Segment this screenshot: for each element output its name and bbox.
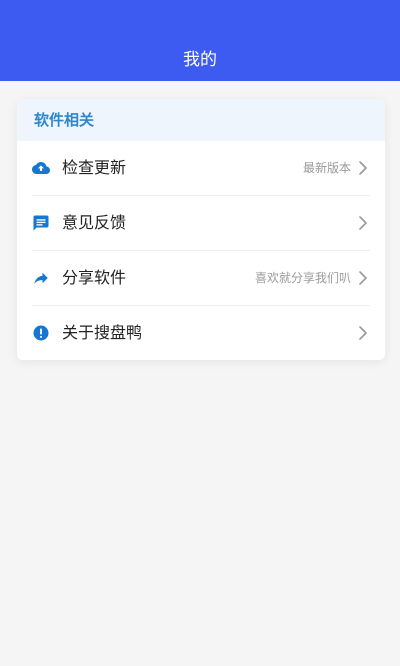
info-icon: [32, 324, 50, 342]
check-update-row[interactable]: 检查更新 最新版本: [17, 141, 385, 195]
feedback-icon: [32, 214, 50, 232]
cloud-upload-icon: [32, 159, 50, 177]
share-app-label: 分享软件: [62, 268, 127, 287]
section-title: 软件相关: [34, 111, 95, 129]
share-app-value: 喜欢就分享我们叭: [254, 271, 351, 285]
share-app-row[interactable]: 分享软件 喜欢就分享我们叭: [17, 251, 385, 305]
top-app-bar: 我的: [0, 0, 400, 81]
feedback-label: 意见反馈: [62, 213, 127, 232]
chevron-right-icon: [358, 270, 368, 286]
page-title: 我的: [183, 50, 217, 70]
about-label: 关于搜盘鸭: [62, 323, 143, 342]
about-row[interactable]: 关于搜盘鸭: [17, 306, 385, 360]
chevron-right-icon: [358, 325, 368, 341]
chevron-right-icon: [358, 160, 368, 176]
settings-card: 软件相关 检查更新 最新版本 意见反馈 分享软件 喜欢就分享我们叭 关于搜盘鸭: [17, 99, 385, 360]
feedback-row[interactable]: 意见反馈: [17, 196, 385, 250]
chevron-right-icon: [358, 215, 368, 231]
check-update-label: 检查更新: [62, 158, 127, 177]
share-icon: [32, 269, 50, 287]
check-update-value: 最新版本: [302, 161, 351, 175]
section-header: 软件相关: [17, 99, 385, 141]
